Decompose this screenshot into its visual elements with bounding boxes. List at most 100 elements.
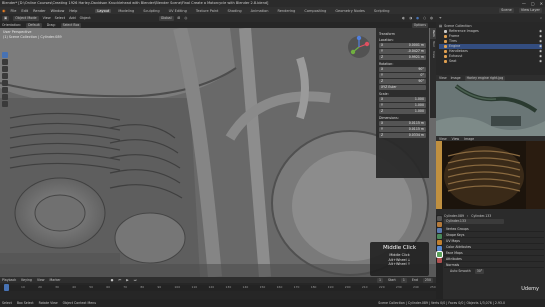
rotation-y-field[interactable]: Y 0° <box>379 73 426 78</box>
navigation-gizmo[interactable] <box>345 34 373 60</box>
play-icon[interactable]: ▶ <box>126 278 128 282</box>
move-tool-icon[interactable] <box>2 66 8 72</box>
output-props-icon[interactable] <box>437 228 442 233</box>
image-menu-view[interactable]: View <box>439 76 447 80</box>
menu-marker[interactable]: Marker <box>50 278 61 282</box>
options-dropdown[interactable]: Options <box>411 22 428 28</box>
render-props-icon[interactable] <box>437 222 442 227</box>
annotate-tool-icon[interactable] <box>2 94 8 100</box>
scale-x-field[interactable]: X 1.000 <box>379 97 426 102</box>
timeline-tick-label: 240 <box>412 285 419 289</box>
rotate-tool-icon[interactable] <box>2 73 8 79</box>
blender-logo-icon[interactable]: ◉ <box>2 8 6 13</box>
menu-select[interactable]: Select <box>55 16 65 20</box>
timeline-ruler[interactable]: 0102030405060708090100110120130140150160… <box>0 285 436 291</box>
outliner-item[interactable]: Seat ◉ <box>439 59 542 64</box>
record-icon[interactable]: ● <box>111 278 114 282</box>
menu-render[interactable]: Render <box>33 9 45 13</box>
image2-menu-view2[interactable]: View <box>452 137 460 141</box>
menu-keying[interactable]: Keying <box>21 278 32 282</box>
menu-timeline-view[interactable]: View <box>37 278 45 282</box>
dimension-z-field[interactable]: Z 0.0334 m <box>379 133 426 138</box>
image2-menu-view[interactable]: View <box>439 137 447 141</box>
scene-props-icon[interactable] <box>437 234 442 239</box>
workspace-tab-modeling[interactable]: Modeling <box>116 9 136 13</box>
workspace-tab-geonodes[interactable]: Geometry Nodes <box>333 9 367 13</box>
workspace-tab-layout[interactable]: Layout <box>95 8 112 13</box>
shading-render-icon[interactable]: ◍ <box>430 16 433 20</box>
reference-image-top[interactable] <box>436 81 545 136</box>
jump-end-icon[interactable]: ⏭ <box>134 278 137 282</box>
rotation-x-field[interactable]: X 90° <box>379 67 426 72</box>
workspace-tab-sculpting[interactable]: Sculpting <box>141 9 161 13</box>
object-props-icon[interactable] <box>437 240 442 245</box>
dimension-y-field[interactable]: Y 0.0115 m <box>379 127 426 132</box>
close-button[interactable]: ✕ <box>540 1 543 6</box>
editor-type-button[interactable]: ▣ <box>2 15 10 21</box>
workspace-tab-texture[interactable]: Texture Paint <box>194 9 221 13</box>
shading-solid-icon[interactable]: ● <box>416 16 419 20</box>
outliner-filter-icon[interactable]: ⏷ <box>439 16 442 20</box>
scale-tool-icon[interactable] <box>2 80 8 86</box>
proportional-edit-icon[interactable]: ◎ <box>184 16 187 20</box>
rotation-mode-selector[interactable]: XYZ Euler <box>379 85 426 90</box>
workspace-tab-rendering[interactable]: Rendering <box>276 9 298 13</box>
current-frame-field[interactable]: 1 <box>376 277 384 283</box>
transform-tool-icon[interactable] <box>2 87 8 93</box>
scale-y-field[interactable]: Y 1.000 <box>379 103 426 108</box>
autosmooth-angle-field[interactable]: 30° <box>474 268 485 274</box>
maximize-button[interactable]: ▢ <box>531 1 535 6</box>
modifier-props-icon[interactable] <box>437 246 442 251</box>
overlay-icon[interactable]: ◑ <box>409 16 412 20</box>
transform-section-header[interactable]: Transform <box>379 32 426 36</box>
minimize-button[interactable]: — <box>522 1 526 6</box>
workspace-tab-shading[interactable]: Shading <box>225 9 243 13</box>
workspace-tab-scripting[interactable]: Scripting <box>372 9 392 13</box>
outliner-search-icon[interactable]: ⌕ <box>540 16 542 20</box>
menu-help[interactable]: Help <box>69 9 77 13</box>
snap-icon[interactable]: ⊞ <box>178 16 181 20</box>
view-layer-selector[interactable]: View Layer <box>518 8 542 13</box>
mesh-datablock-field[interactable]: Cylinder.133 <box>444 219 504 224</box>
measure-tool-icon[interactable] <box>2 101 8 107</box>
menu-add[interactable]: Add <box>69 16 76 20</box>
menu-window[interactable]: Window <box>51 9 65 13</box>
end-frame-field[interactable]: 250 <box>422 277 433 283</box>
menu-view[interactable]: View <box>43 16 51 20</box>
material-props-icon[interactable] <box>437 258 442 263</box>
workspace-tab-animation[interactable]: Animation <box>249 9 271 13</box>
workspace-tab-compositing[interactable]: Compositing <box>302 9 328 13</box>
scale-z-field[interactable]: Z 1.000 <box>379 109 426 114</box>
playhead[interactable] <box>4 284 9 291</box>
cursor-tool-icon[interactable] <box>2 59 8 65</box>
workspace-tab-uv[interactable]: UV Editing <box>167 9 189 13</box>
menu-edit[interactable]: Edit <box>21 9 28 13</box>
image2-menu-image[interactable]: Image <box>464 137 474 141</box>
shading-material-icon[interactable]: ○ <box>423 16 426 20</box>
orientation-selector[interactable]: Default <box>26 22 42 28</box>
reference-image-bottom[interactable] <box>436 141 545 209</box>
rotation-z-field[interactable]: Z 90° <box>379 79 426 84</box>
tool-props-icon[interactable] <box>437 216 442 221</box>
transform-orientation-selector[interactable]: Global <box>158 15 174 21</box>
3d-viewport[interactable] <box>0 28 436 277</box>
image-selector[interactable]: Harley engine right.jpg <box>464 75 506 81</box>
menu-playback[interactable]: Playback <box>2 278 16 282</box>
visibility-eye-icon[interactable]: ◉ <box>539 59 542 64</box>
start-frame-field[interactable]: 1 <box>400 277 407 283</box>
location-z-field[interactable]: Z 0.9921 m <box>379 55 426 60</box>
location-y-field[interactable]: Y -0.0427 m <box>379 49 426 54</box>
select-box-tool-icon[interactable] <box>2 52 8 58</box>
location-x-field[interactable]: X 0.0001 m <box>379 43 426 48</box>
mode-selector[interactable]: Object Mode <box>13 15 39 21</box>
scene-selector[interactable]: Scene <box>499 8 514 13</box>
udemy-watermark: Udemy <box>521 286 539 292</box>
visibility-icon[interactable]: ◐ <box>402 16 405 20</box>
drag-selector[interactable]: Select Box <box>60 22 82 28</box>
menu-object[interactable]: Object <box>80 16 91 20</box>
dimension-x-field[interactable]: X 0.0115 m <box>379 121 426 126</box>
mesh-data-props-icon[interactable] <box>436 251 443 258</box>
jump-start-icon[interactable]: ⏮ <box>118 278 121 282</box>
image-menu-image[interactable]: Image <box>451 76 461 80</box>
menu-file[interactable]: File <box>11 9 17 13</box>
